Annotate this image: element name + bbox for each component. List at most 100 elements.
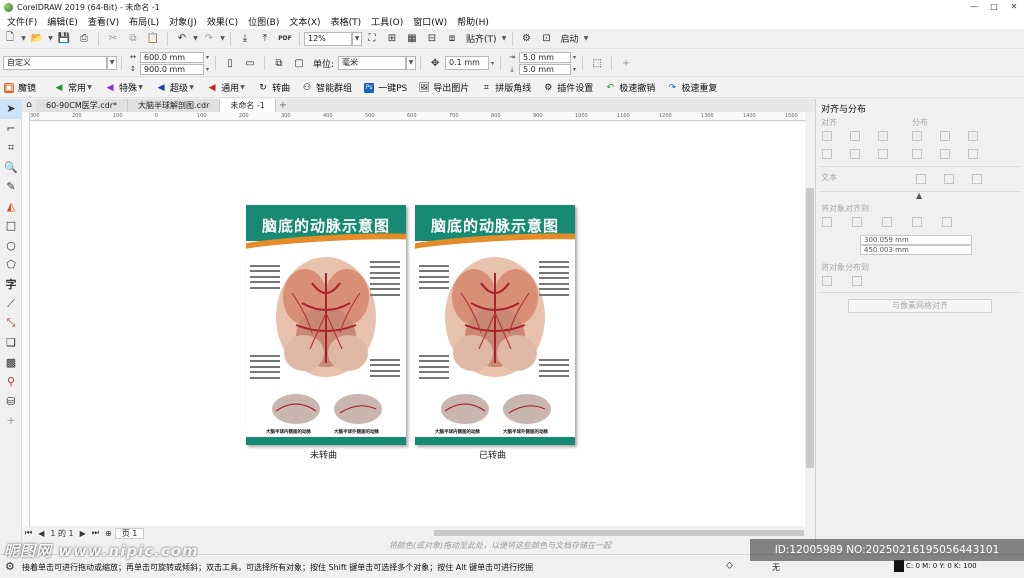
plugin-crop-marks-button[interactable]: ⌗ 拼版角线 bbox=[481, 81, 532, 95]
add-tool-icon[interactable]: + bbox=[0, 411, 22, 431]
distribute-top-icon[interactable] bbox=[912, 149, 922, 159]
zoom-tool-icon[interactable]: 🔍 bbox=[0, 158, 22, 178]
crop-tool-icon[interactable]: ⌗ bbox=[0, 138, 22, 158]
menu-layout[interactable]: 布局(L) bbox=[124, 15, 164, 28]
redo-icon[interactable]: ↷ bbox=[201, 31, 217, 47]
undo-icon[interactable]: ↶ bbox=[174, 31, 190, 47]
portrait-icon[interactable]: ▯ bbox=[222, 55, 238, 71]
launch-icon[interactable]: ⊡ bbox=[539, 31, 555, 47]
plugin-mirror-button[interactable]: ▣ 魔镜 bbox=[4, 81, 36, 94]
guidelines-icon[interactable]: ⊟ bbox=[424, 31, 440, 47]
align-to-active-icon[interactable] bbox=[822, 217, 832, 227]
menu-tools[interactable]: 工具(O) bbox=[366, 15, 408, 28]
fill-indicator-icon[interactable]: ⬦ bbox=[726, 560, 733, 571]
eyedropper-icon[interactable]: ⚲ bbox=[0, 372, 22, 392]
page-height-field[interactable]: 900.0 mm bbox=[140, 63, 204, 75]
duplicate-x-field[interactable]: 5.0 mm bbox=[519, 51, 572, 63]
scroll-thumb[interactable] bbox=[806, 188, 814, 468]
chevron-down-icon[interactable]: ▼ bbox=[192, 35, 199, 42]
plugin-export-image-button[interactable]: 🖼 导出图片 bbox=[419, 81, 470, 95]
align-center-h-icon[interactable] bbox=[850, 131, 860, 141]
all-pages-icon[interactable]: ⧉ bbox=[271, 55, 287, 71]
chevron-down-icon[interactable]: ▼ bbox=[352, 31, 362, 46]
menu-bitmaps[interactable]: 位图(B) bbox=[243, 15, 284, 28]
launch-dropdown[interactable]: 启动 bbox=[561, 32, 579, 45]
zoom-level-field[interactable]: 12% bbox=[304, 31, 352, 46]
interactive-fill-icon[interactable]: ⛁ bbox=[0, 392, 22, 412]
transparency-icon[interactable]: ▩ bbox=[0, 353, 22, 373]
connector-tool-icon[interactable]: ⤡ bbox=[0, 314, 22, 334]
export-icon[interactable]: ⤒ bbox=[257, 31, 273, 47]
plugin-common-button[interactable]: ◀ 常用 ▼ bbox=[54, 81, 93, 95]
chevron-down-icon[interactable]: ▼ bbox=[406, 56, 417, 70]
page-frame-icon[interactable]: ⬚ bbox=[589, 55, 605, 71]
vertical-ruler[interactable] bbox=[22, 112, 30, 527]
chevron-down-icon[interactable]: ▼ bbox=[20, 35, 27, 42]
plugin-settings-button[interactable]: ⚙ 插件设置 bbox=[543, 81, 593, 95]
horizontal-scrollbar[interactable] bbox=[434, 530, 804, 536]
align-to-grid-icon[interactable] bbox=[912, 217, 922, 227]
stepper-icon[interactable]: ▾ bbox=[571, 54, 578, 61]
align-to-page-edge-icon[interactable] bbox=[852, 217, 862, 227]
distribute-to-page-icon[interactable] bbox=[852, 276, 862, 286]
chevron-down-icon[interactable]: ▼ bbox=[107, 56, 117, 70]
align-bottom-icon[interactable] bbox=[878, 149, 888, 159]
menu-effects[interactable]: 效果(C) bbox=[202, 15, 243, 28]
current-page-icon[interactable]: ▢ bbox=[291, 55, 307, 71]
stepper-icon[interactable]: ▾ bbox=[489, 60, 496, 67]
polygon-tool-icon[interactable]: ⬠ bbox=[0, 255, 22, 275]
page-width-field[interactable]: 600.0 mm bbox=[140, 51, 204, 63]
print-icon[interactable]: ⎙ bbox=[76, 31, 92, 47]
plugin-general-button[interactable]: ◀ 通用 ▼ bbox=[207, 81, 246, 95]
menu-edit[interactable]: 编辑(E) bbox=[42, 15, 83, 28]
status-gear-icon[interactable]: ⚙ bbox=[5, 560, 15, 573]
artistic-media-icon[interactable]: ◭ bbox=[0, 197, 22, 217]
text-align-baseline-icon[interactable] bbox=[972, 174, 982, 184]
menu-table[interactable]: 表格(T) bbox=[326, 15, 367, 28]
full-screen-icon[interactable]: ⛶ bbox=[364, 31, 380, 47]
dimension-tool-icon[interactable]: ⟋ bbox=[0, 294, 22, 314]
minimize-button[interactable]: — bbox=[964, 0, 984, 14]
new-tab-icon[interactable]: + bbox=[276, 99, 290, 112]
rulers-icon[interactable]: ⊞ bbox=[384, 31, 400, 47]
align-to-point-icon[interactable] bbox=[942, 217, 952, 227]
drop-shadow-icon[interactable]: ❏ bbox=[0, 333, 22, 353]
duplicate-y-field[interactable]: 5.0 mm bbox=[519, 63, 572, 75]
prev-page-icon[interactable]: ◀ bbox=[35, 529, 47, 538]
align-to-pixel-grid-button[interactable]: 与像素网格对齐 bbox=[848, 299, 992, 313]
options-gear-icon[interactable]: ⚙ bbox=[519, 31, 535, 47]
plugin-one-click-ps-button[interactable]: Ps 一键PS bbox=[364, 81, 407, 94]
align-x-field[interactable]: 300.059 mm bbox=[860, 235, 972, 245]
page-preset-select[interactable]: 自定义 bbox=[3, 56, 107, 70]
vertical-scrollbar[interactable] bbox=[805, 122, 815, 526]
align-to-page-center-icon[interactable] bbox=[882, 217, 892, 227]
horizontal-ruler[interactable]: 300 200 100 0 100 200 300 400 500 600 70… bbox=[30, 112, 805, 121]
drawing-canvas[interactable]: 脑底的动脉示意图 大脑半球内侧面的动脉 大脑半球外侧面的动脉 未转曲 脑底的动脉… bbox=[30, 122, 805, 526]
publish-pdf-icon[interactable]: PDF bbox=[277, 31, 293, 47]
chevron-down-icon[interactable]: ▼ bbox=[583, 35, 590, 42]
first-page-icon[interactable]: ⏮ bbox=[22, 528, 35, 538]
new-document-icon[interactable]: 🗋 bbox=[2, 31, 18, 47]
align-left-icon[interactable] bbox=[822, 131, 832, 141]
unit-select[interactable]: 毫米 bbox=[338, 56, 407, 70]
distribute-middle-icon[interactable] bbox=[940, 149, 950, 159]
distribute-left-icon[interactable] bbox=[912, 131, 922, 141]
menu-help[interactable]: 帮助(H) bbox=[452, 15, 494, 28]
plugin-special-button[interactable]: ◀ 特殊 ▼ bbox=[105, 81, 144, 95]
poster-unconverted[interactable]: 脑底的动脉示意图 大脑半球内侧面的动脉 大脑半球外侧面的动脉 bbox=[246, 205, 406, 445]
align-y-field[interactable]: 450.003 mm bbox=[860, 245, 972, 255]
distribute-bottom-icon[interactable] bbox=[968, 149, 978, 159]
freehand-tool-icon[interactable]: ✎ bbox=[0, 177, 22, 197]
chevron-down-icon[interactable]: ▼ bbox=[47, 35, 54, 42]
snap-icon[interactable]: ⧈ bbox=[444, 31, 460, 47]
menu-file[interactable]: 文件(F) bbox=[2, 15, 42, 28]
last-page-icon[interactable]: ⏭ bbox=[89, 528, 102, 538]
align-right-icon[interactable] bbox=[878, 131, 888, 141]
align-center-v-icon[interactable] bbox=[850, 149, 860, 159]
text-align-last-icon[interactable] bbox=[944, 174, 954, 184]
snap-to-dropdown[interactable]: 贴齐(T) bbox=[466, 32, 497, 45]
plugin-convert-curves-button[interactable]: ↻ 转曲 bbox=[258, 81, 290, 95]
plugin-fast-redo-button[interactable]: ↷ 极速重复 bbox=[667, 81, 718, 95]
align-top-icon[interactable] bbox=[822, 149, 832, 159]
stepper-icon[interactable]: ▾ bbox=[204, 54, 211, 61]
